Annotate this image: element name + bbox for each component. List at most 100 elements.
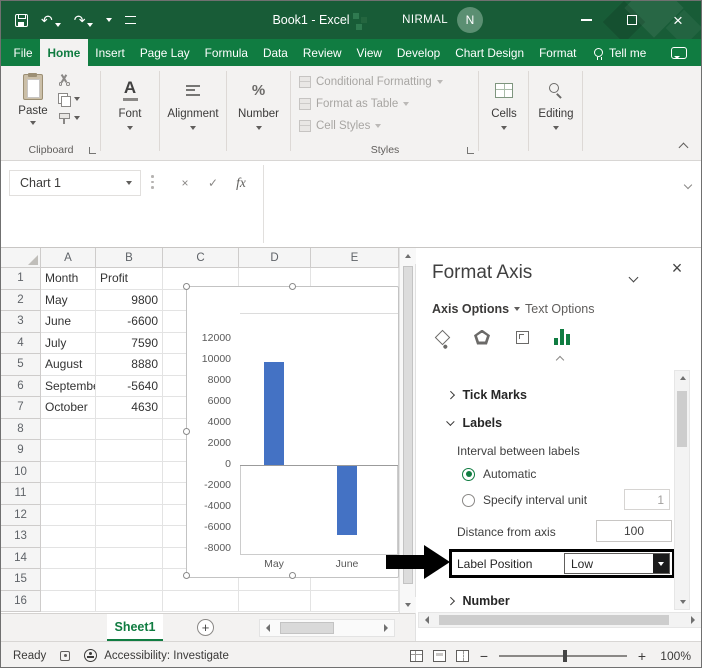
tab-page-lay[interactable]: Page Lay <box>132 39 197 66</box>
name-box-splitter[interactable] <box>151 175 154 191</box>
cells-group[interactable]: Cells <box>479 66 529 160</box>
cell-A3[interactable]: June <box>41 311 96 333</box>
scroll-right-button[interactable] <box>685 613 701 627</box>
customize-qat-caret-icon[interactable] <box>106 18 112 22</box>
cell-A9[interactable] <box>41 440 96 462</box>
chart-resize-handle[interactable] <box>183 428 190 435</box>
row-header-6[interactable]: 6 <box>1 376 41 398</box>
row-header-10[interactable]: 10 <box>1 462 41 484</box>
cell-A14[interactable] <box>41 548 96 570</box>
cell-B10[interactable] <box>96 462 163 484</box>
cell-B9[interactable] <box>96 440 163 462</box>
cell-B12[interactable] <box>96 505 163 527</box>
accessibility-status[interactable]: Accessibility: Investigate <box>84 649 229 662</box>
cell-B3[interactable]: -6600 <box>96 311 163 333</box>
collapse-ribbon-icon[interactable] <box>679 143 689 153</box>
clipboard-dialog-launcher-icon[interactable] <box>89 147 96 154</box>
scroll-right-button[interactable] <box>378 621 394 635</box>
scrollbar-thumb[interactable] <box>439 615 669 625</box>
cell-A10[interactable] <box>41 462 96 484</box>
row-header-15[interactable]: 15 <box>1 569 41 591</box>
label-position-dropdown[interactable]: Low <box>564 553 670 574</box>
tab-chart-design[interactable]: Chart Design <box>448 39 532 66</box>
tab-text-options[interactable]: Text Options <box>525 302 594 316</box>
customize-toolbar-icon[interactable] <box>125 16 136 24</box>
zoom-level[interactable]: 100% <box>657 649 691 663</box>
chart-resize-handle[interactable] <box>289 572 296 579</box>
row-header-9[interactable]: 9 <box>1 440 41 462</box>
column-header-B[interactable]: B <box>96 248 163 268</box>
column-header-D[interactable]: D <box>239 248 311 268</box>
cell-B6[interactable]: -5640 <box>96 376 163 398</box>
column-header-A[interactable]: A <box>41 248 96 268</box>
column-header-E[interactable]: E <box>311 248 399 268</box>
zoom-out-button[interactable]: − <box>479 648 489 664</box>
distance-from-axis-input[interactable]: 100 <box>596 520 672 542</box>
cell-A8[interactable] <box>41 419 96 441</box>
tab-formula[interactable]: Formula <box>197 39 255 66</box>
styles-dialog-launcher-icon[interactable] <box>467 147 474 154</box>
row-header-8[interactable]: 8 <box>1 419 41 441</box>
tab-view[interactable]: View <box>349 39 389 66</box>
section-number[interactable]: Number <box>448 594 510 608</box>
tab-sheet1[interactable]: Sheet1 <box>107 614 163 641</box>
radio-specify-interval[interactable]: Specify interval unit <box>462 493 587 507</box>
dropdown-caret-box[interactable] <box>653 554 669 573</box>
chart-resize-handle[interactable] <box>289 283 296 290</box>
cell-B14[interactable] <box>96 548 163 570</box>
page-layout-view-button[interactable] <box>433 650 446 662</box>
cell-B1[interactable]: Profit <box>96 268 163 290</box>
cell-D16[interactable] <box>239 591 311 613</box>
cell-A6[interactable]: September <box>41 376 96 398</box>
formula-cancel-button[interactable]: × <box>173 170 197 196</box>
tab-axis-options[interactable]: Axis Options <box>432 302 520 316</box>
minimize-button[interactable] <box>563 1 609 39</box>
tab-review[interactable]: Review <box>295 39 349 66</box>
zoom-slider-handle[interactable] <box>563 650 567 662</box>
row-header-4[interactable]: 4 <box>1 333 41 355</box>
cell-B2[interactable]: 9800 <box>96 290 163 312</box>
close-button[interactable]: × <box>655 1 701 39</box>
tell-me-button[interactable]: Tell me <box>586 39 654 66</box>
comments-icon[interactable] <box>671 47 687 59</box>
tab-data[interactable]: Data <box>255 39 295 66</box>
scroll-down-button[interactable] <box>400 597 416 613</box>
row-header-5[interactable]: 5 <box>1 354 41 376</box>
panel-horizontal-scrollbar[interactable] <box>418 612 702 628</box>
format-painter-button[interactable] <box>58 111 80 124</box>
paste-button[interactable]: Paste <box>11 71 55 153</box>
row-header-12[interactable]: 12 <box>1 505 41 527</box>
sheet-horizontal-scrollbar[interactable] <box>259 619 395 637</box>
row-header-16[interactable]: 16 <box>1 591 41 613</box>
copy-button[interactable] <box>58 92 80 105</box>
chart-bar-may[interactable] <box>264 362 284 465</box>
tab-develop[interactable]: Develop <box>389 39 447 66</box>
formula-input[interactable] <box>265 163 675 245</box>
cell-B13[interactable] <box>96 526 163 548</box>
scrollbar-thumb[interactable] <box>403 266 413 584</box>
section-labels[interactable]: Labels <box>448 416 502 430</box>
cell-A1[interactable]: Month <box>41 268 96 290</box>
tab-format[interactable]: Format <box>532 39 584 66</box>
row-header-14[interactable]: 14 <box>1 548 41 570</box>
x-axis-category-label[interactable]: June <box>325 558 369 570</box>
tab-insert[interactable]: Insert <box>88 39 133 66</box>
cell-A11[interactable] <box>41 483 96 505</box>
scroll-left-button[interactable] <box>419 613 435 627</box>
zoom-in-button[interactable]: + <box>637 648 647 664</box>
cell-B4[interactable]: 7590 <box>96 333 163 355</box>
font-group[interactable]: A Font <box>101 66 159 160</box>
alignment-group[interactable]: Alignment <box>160 66 226 160</box>
cell-A15[interactable] <box>41 569 96 591</box>
cell-B7[interactable]: 4630 <box>96 397 163 419</box>
tab-home[interactable]: Home <box>40 39 88 66</box>
cell-E16[interactable] <box>311 591 399 613</box>
select-all-corner[interactable] <box>1 248 41 268</box>
cell-A4[interactable]: July <box>41 333 96 355</box>
scroll-left-button[interactable] <box>260 621 276 635</box>
chart-resize-handle[interactable] <box>183 572 190 579</box>
cell-C16[interactable] <box>163 591 239 613</box>
row-header-1[interactable]: 1 <box>1 268 41 290</box>
effects-icon[interactable] <box>469 324 495 350</box>
cell-B16[interactable] <box>96 591 163 613</box>
